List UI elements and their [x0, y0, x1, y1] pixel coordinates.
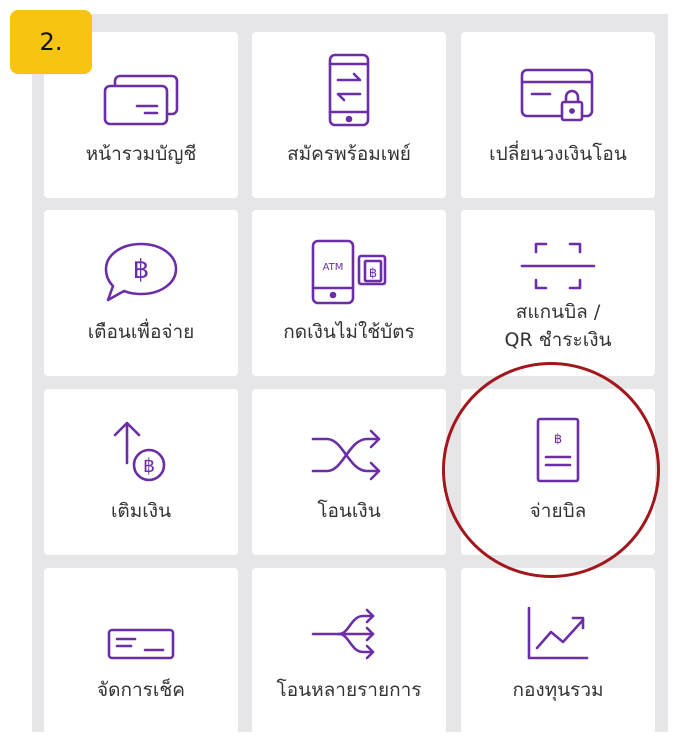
multi-transfer-icon — [309, 598, 389, 664]
menu-tile-pay-bill[interactable]: ฿ จ่ายบิล — [461, 389, 655, 555]
svg-text:฿: ฿ — [369, 266, 377, 281]
menu-tile-payment-reminder[interactable]: ฿ เตือนเพื่อจ่าย — [44, 210, 238, 376]
menu-label: กดเงินไม่ใช้บัตร — [283, 321, 415, 343]
menu-tile-transfer[interactable]: โอนเงิน — [252, 389, 446, 555]
menu-label: จ่ายบิล — [529, 500, 587, 522]
menu-label: จัดการเช็ค — [97, 679, 185, 701]
menu-label: เตือนเพื่อจ่าย — [87, 321, 195, 343]
svg-text:฿: ฿ — [143, 455, 155, 477]
menu-tile-multi-transfer[interactable]: โอนหลายรายการ — [252, 568, 446, 734]
menu-tile-scan-bill[interactable]: สแกนบิล / QR ชำระเงิน — [461, 210, 655, 376]
svg-text:฿: ฿ — [133, 255, 150, 285]
menu-label: หน้ารวมบัญชี — [85, 143, 197, 165]
menu-tile-mutual-fund[interactable]: กองทุนรวม — [461, 568, 655, 734]
cheque-icon — [101, 602, 181, 664]
menu-label: เติมเงิน — [110, 500, 172, 522]
menu-tile-cardless-withdrawal[interactable]: ATM ฿ กดเงินไม่ใช้บัตร — [252, 210, 446, 376]
svg-text:฿: ฿ — [554, 432, 562, 447]
phone-transfer-icon — [326, 46, 372, 128]
menu-tile-transfer-limit[interactable]: เปลี่ยนวงเงินโอน — [461, 32, 655, 198]
chart-trend-icon — [523, 594, 593, 664]
menu-label: เปลี่ยนวงเงินโอน — [489, 143, 627, 165]
bill-document-icon: ฿ — [532, 411, 584, 485]
menu-label: กองทุนรวม — [512, 679, 604, 701]
menu-label: โอนหลายรายการ — [276, 679, 422, 701]
card-lock-icon — [518, 62, 598, 128]
menu-label: โอนเงิน — [317, 500, 381, 522]
topup-baht-icon: ฿ — [101, 415, 181, 485]
menu-label: สมัครพร้อมเพย์ — [287, 143, 411, 165]
menu-tile-cheque[interactable]: จัดการเช็ค — [44, 568, 238, 734]
menu-tile-promptpay[interactable]: สมัครพร้อมเพย์ — [252, 32, 446, 198]
scan-frame-icon — [518, 240, 598, 292]
svg-text:ATM: ATM — [323, 262, 344, 273]
menu-label: สแกนบิล / QR ชำระเงิน — [504, 301, 612, 351]
shuffle-arrows-icon — [309, 419, 389, 485]
baht-speech-bubble-icon: ฿ — [100, 236, 182, 306]
account-card-icon — [101, 62, 181, 128]
step-badge: 2. — [10, 10, 92, 74]
atm-phone-icon: ATM ฿ — [309, 232, 389, 306]
menu-tile-top-up[interactable]: ฿ เติมเงิน — [44, 389, 238, 555]
